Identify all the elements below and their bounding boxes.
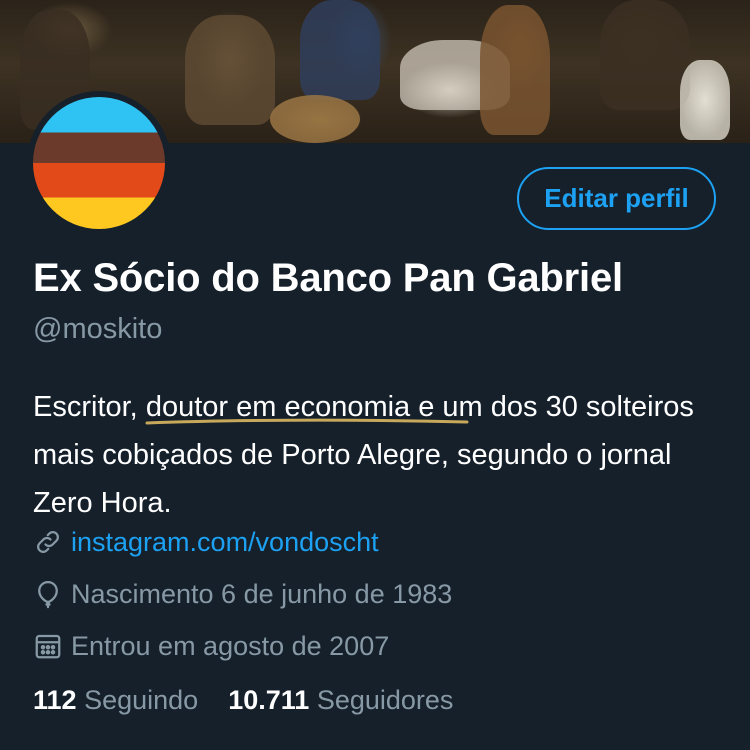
following-link[interactable]: 112 Seguindo <box>33 685 198 715</box>
joined-text: Entrou em agosto de 2007 <box>71 630 390 661</box>
follow-stats: 112 Seguindo 10.711 Seguidores <box>33 685 453 716</box>
following-count: 112 <box>33 685 77 715</box>
followers-label: Seguidores <box>316 685 454 715</box>
bio-text-start: Escritor, <box>33 391 146 423</box>
following-label: Seguindo <box>84 685 199 715</box>
birthdate-text: Nascimento 6 de junho de 1983 <box>71 578 453 609</box>
display-name: Ex Sócio do Banco Pan Gabriel <box>33 256 623 300</box>
profile-avatar[interactable] <box>27 91 171 235</box>
username-handle: @moskito <box>33 313 163 345</box>
balloon-icon <box>33 579 63 609</box>
website-row[interactable]: instagram.com/vondoscht <box>33 524 379 560</box>
edit-profile-button[interactable]: Editar perfil <box>517 167 716 230</box>
followers-count: 10.711 <box>228 685 310 715</box>
profile-bio: Escritor, doutor em economia e um dos 30… <box>33 383 713 527</box>
calendar-icon <box>33 631 63 661</box>
website-link[interactable]: instagram.com/vondoscht <box>71 527 379 558</box>
link-icon <box>33 527 63 557</box>
followers-link[interactable]: 10.711 Seguidores <box>228 685 453 715</box>
joined-row: Entrou em agosto de 2007 <box>33 628 389 664</box>
birthdate-row: Nascimento 6 de junho de 1983 <box>33 576 452 612</box>
avatar-image <box>33 97 165 229</box>
highlight-underline-mark <box>145 418 469 425</box>
